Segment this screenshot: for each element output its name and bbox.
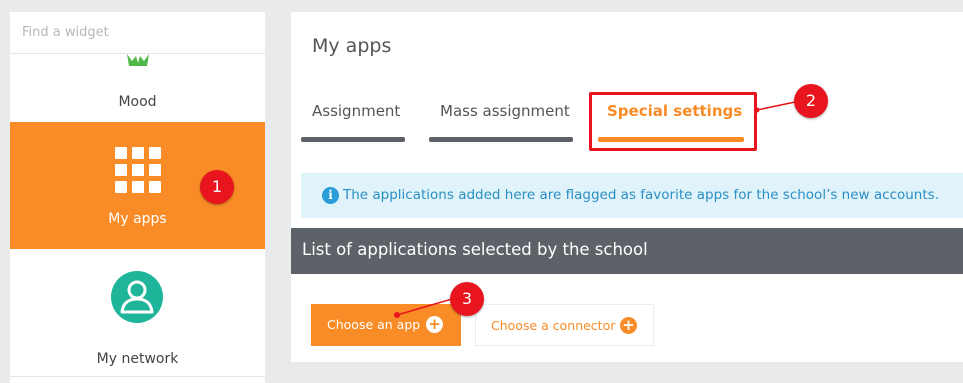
annotation-badge-3: 3 [450, 282, 484, 316]
tab-indicator [301, 137, 405, 142]
tab-mass-assignment[interactable]: Mass assignment [429, 100, 573, 144]
sidebar-item-label: My network [96, 351, 179, 367]
sidebar-item-label: My apps [108, 211, 167, 227]
sidebar-item-my-network[interactable]: My network [10, 249, 265, 377]
tab-label: Assignment [312, 102, 401, 120]
annotation-highlight-box [589, 92, 757, 151]
mood-icon [127, 54, 149, 66]
widget-search-input[interactable] [10, 12, 265, 53]
tab-indicator [429, 137, 573, 142]
plus-circle-icon: + [426, 316, 443, 333]
section-header: List of applications selected by the sch… [291, 228, 963, 274]
sidebar-item-label: Mood [118, 94, 157, 110]
button-label: Choose a connector [491, 318, 616, 333]
annotation-badge-2: 2 [794, 84, 828, 118]
info-alert: i The applications added here are flagge… [301, 173, 963, 218]
my-apps-panel: My apps Assignment Mass assignment Speci… [291, 12, 963, 362]
choose-connector-button[interactable]: Choose a connector + [475, 304, 654, 346]
tab-assignment[interactable]: Assignment [301, 100, 405, 144]
apps-grid-icon [115, 147, 161, 193]
widget-search [10, 12, 265, 54]
section-title: List of applications selected by the sch… [302, 240, 648, 259]
info-icon: i [322, 187, 339, 204]
tab-label: Mass assignment [440, 102, 570, 120]
sidebar-item-mood[interactable]: Mood [10, 54, 265, 122]
page-title: My apps [312, 35, 392, 57]
info-message: The applications added here are flagged … [343, 187, 939, 203]
plus-circle-icon: + [620, 317, 637, 334]
choose-app-button[interactable]: Choose an app + [311, 304, 461, 346]
button-label: Choose an app [327, 317, 421, 332]
annotation-badge-1: 1 [200, 170, 234, 204]
user-circle-icon [111, 271, 163, 323]
